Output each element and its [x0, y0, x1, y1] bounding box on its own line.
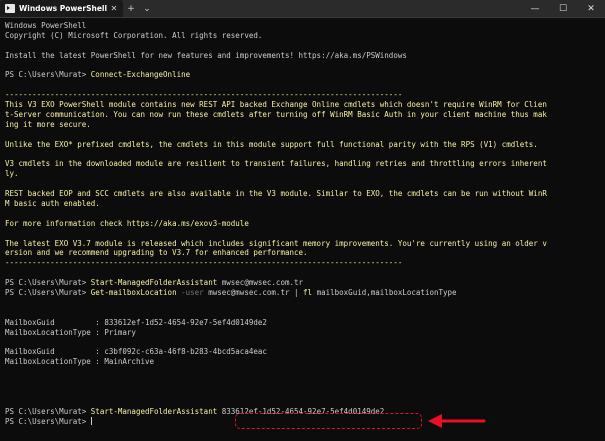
terminal-text: The latest EXO V3.7 module is released w… — [5, 238, 547, 248]
terminal-text: Start-ManagedFolderAssistant — [90, 278, 218, 288]
terminal-text: MailboxGuid : 833612ef-1d52-4654-92e7-5e… — [5, 317, 267, 327]
minimize-button[interactable]: — — [521, 0, 549, 17]
red-arrow-icon — [428, 414, 486, 428]
tab-windows-powershell[interactable]: Windows PowerShell ✕ — [0, 0, 123, 17]
tab-close-icon[interactable]: ✕ — [108, 4, 120, 13]
title-bar: Windows PowerShell ✕ + ⌄ — ☐ ✕ — [0, 0, 605, 18]
terminal-text: M basic auth enabled. — [5, 199, 100, 209]
terminal-text: ly. — [5, 169, 19, 179]
terminal-line: MailboxLocationType : Primary — [5, 328, 600, 338]
powershell-window: Windows PowerShell ✕ + ⌄ — ☐ ✕ Windows P… — [0, 0, 605, 441]
terminal-line: MailboxGuid : 833612ef-1d52-4654-92e7-5e… — [5, 318, 600, 328]
powershell-icon — [5, 4, 15, 13]
terminal-text: ing it more secure. — [5, 119, 91, 129]
terminal-line: M basic auth enabled. — [5, 199, 600, 209]
terminal-line: ersion and we recommend upgrading to V3.… — [5, 248, 600, 258]
terminal-line: t-Server communication. You can now run … — [5, 110, 600, 120]
terminal-text: mwsec@mwsec.com.tr | — [203, 288, 304, 298]
terminal-line: PS C:\Users\Murat> Start-ManagedFolderAs… — [5, 278, 600, 288]
terminal-line: Unlike the EXO* prefixed cmdlets, the cm… — [5, 140, 600, 150]
terminal-text: Install the latest PowerShell for new fe… — [5, 50, 407, 60]
terminal-line: MailboxLocationType : MainArchive — [5, 357, 600, 367]
terminal-text: MailboxLocationType : Primary — [5, 327, 136, 337]
terminal-line: PS C:\Users\Murat> Connect-ExchangeOnlin… — [5, 70, 600, 80]
terminal-text: Start-ManagedFolderAssistant — [90, 406, 218, 416]
terminal-text: ----------------------------------------… — [5, 258, 403, 268]
terminal-text: Windows PowerShell — [5, 21, 87, 30]
terminal-line: MailboxGuid : c3bf092c-c63a-46f8-b283-4b… — [5, 347, 600, 357]
terminal-line: Windows PowerShell — [5, 21, 600, 31]
terminal-text: PS C:\Users\Murat> — [5, 288, 91, 298]
terminal-text: -user — [176, 288, 204, 298]
chevron-down-icon[interactable]: ⌄ — [139, 0, 155, 17]
terminal-text: Connect-ExchangeOnline — [90, 70, 191, 80]
guid-highlight-box — [235, 413, 422, 429]
terminal-text: fl — [303, 288, 313, 298]
terminal-line: This V3 EXO PowerShell module contains n… — [5, 100, 600, 110]
terminal-line: The latest EXO V3.7 module is released w… — [5, 239, 600, 249]
terminal-text: ersion and we recommend upgrading to V3.… — [5, 248, 308, 258]
terminal-line: For more information check https://aka.m… — [5, 219, 600, 229]
close-button[interactable]: ✕ — [577, 0, 605, 17]
terminal-text: V3 cmdlets in the downloaded module are … — [5, 159, 547, 169]
terminal-line: Install the latest PowerShell for new fe… — [5, 51, 600, 61]
terminal-line: REST backed EOP and SCC cmdlets are also… — [5, 189, 600, 199]
terminal-text: PS C:\Users\Murat> — [5, 406, 91, 416]
terminal-text: Get-mailboxLocation — [90, 288, 177, 298]
terminal-text: PS C:\Users\Murat> — [5, 70, 91, 80]
terminal-line: ing it more secure. — [5, 120, 600, 130]
terminal-text: mwsec@mwsec.com.tr — [217, 278, 304, 288]
terminal-text: MailboxLocationType : MainArchive — [5, 357, 155, 367]
terminal-text: MailboxGuid : c3bf092c-c63a-46f8-b283-4b… — [5, 347, 267, 357]
tab-title: Windows PowerShell — [19, 4, 108, 13]
terminal-line: ----------------------------------------… — [5, 258, 600, 268]
terminal-text: ----------------------------------------… — [5, 90, 403, 100]
title-bar-drag-area[interactable] — [155, 0, 521, 17]
text-cursor — [90, 416, 92, 425]
terminal-text: mailboxGuid,mailboxLocationType — [312, 288, 457, 298]
terminal-text: t-Server communication. You can now run … — [5, 110, 547, 120]
terminal-text: For more information check https://aka.m… — [5, 218, 249, 228]
terminal-text: This V3 EXO PowerShell module contains n… — [5, 100, 547, 110]
new-tab-button[interactable]: + — [123, 0, 139, 17]
terminal-text: REST backed EOP and SCC cmdlets are also… — [5, 189, 547, 199]
terminal-text: Copyright (C) Microsoft Corporation. All… — [5, 30, 263, 40]
terminal-output[interactable]: Windows PowerShell Copyright (C) Microsof… — [5, 21, 600, 427]
terminal-line: PS C:\Users\Murat> Get-mailboxLocation -… — [5, 288, 600, 298]
terminal-text: Unlike the EXO* prefixed cmdlets, the cm… — [5, 139, 538, 149]
terminal-line: Copyright (C) Microsoft Corporation. All… — [5, 31, 600, 41]
terminal-line: V3 cmdlets in the downloaded module are … — [5, 159, 600, 169]
terminal-line: ----------------------------------------… — [5, 90, 600, 100]
terminal-text: PS C:\Users\Murat> — [5, 416, 91, 426]
terminal-text: PS C:\Users\Murat> — [5, 278, 91, 288]
terminal-line: ly. — [5, 169, 600, 179]
maximize-button[interactable]: ☐ — [549, 0, 577, 17]
